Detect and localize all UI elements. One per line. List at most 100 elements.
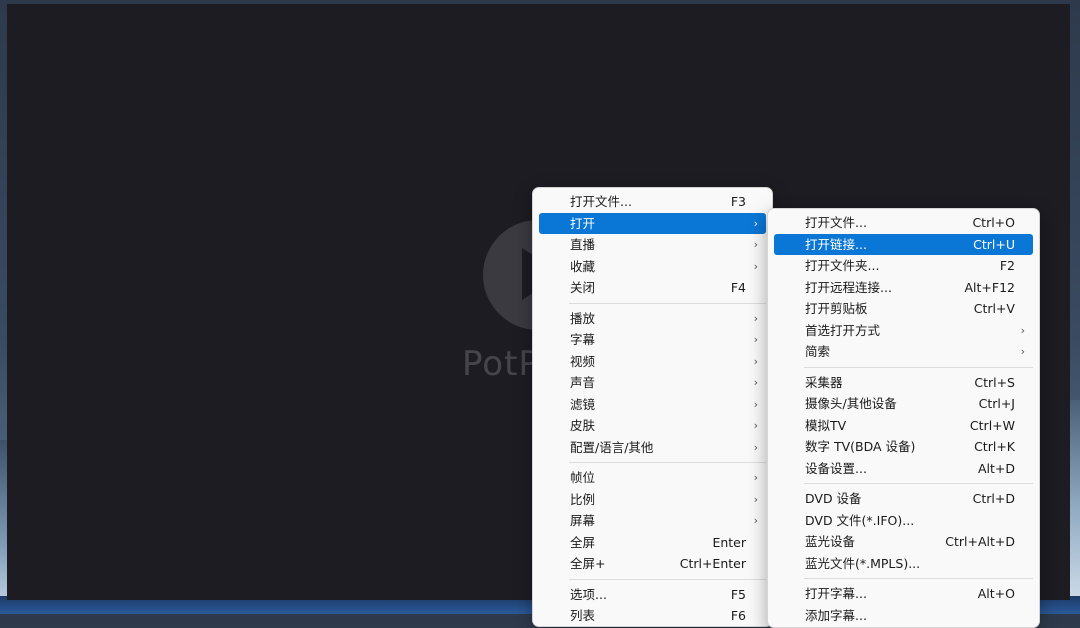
menu-item-label: 打开链接...: [805, 236, 867, 252]
chevron-right-icon: ›: [753, 354, 758, 368]
main-menu-item-0-2[interactable]: 直播 ›: [539, 234, 766, 256]
menu-item-label: 采集器: [805, 374, 843, 390]
menu-item-label: 帧位: [570, 470, 596, 485]
main-menu-item-1-1[interactable]: 字幕 ›: [539, 329, 766, 351]
open-submenu-item-0-2[interactable]: 打开文件夹... F2: [774, 255, 1033, 277]
menu-item-label: 摄像头/其他设备: [805, 396, 897, 411]
menu-separator: [569, 578, 766, 580]
menu-item-label: 声音: [570, 375, 596, 390]
open-submenu-item-1-1[interactable]: 摄像头/其他设备 Ctrl+J: [774, 393, 1033, 415]
menu-item-label: 全屏: [570, 534, 596, 550]
menu-item-shortcut: Ctrl+Alt+D: [945, 534, 1015, 549]
main-menu-item-0-4[interactable]: 关闭 F4: [539, 277, 766, 299]
menu-item-shortcut: Ctrl+U: [973, 236, 1015, 252]
chevron-right-icon: ›: [753, 311, 758, 325]
menu-item-shortcut: Ctrl+K: [974, 439, 1015, 454]
open-submenu-item-0-6[interactable]: 简索 ›: [774, 341, 1033, 363]
menu-item-label: 蓝光设备: [805, 534, 856, 549]
open-submenu-item-3-1[interactable]: 添加字幕...: [774, 605, 1033, 627]
menu-item-shortcut: Alt+D: [977, 460, 1015, 476]
menu-item-label: 播放: [570, 310, 596, 326]
menu-item-shortcut: Ctrl+S: [974, 374, 1015, 390]
main-menu-item-0-0[interactable]: 打开文件... F3: [539, 191, 766, 213]
main-menu-item-2-4[interactable]: 全屏+ Ctrl+Enter: [539, 553, 766, 575]
menu-item-label: 收藏: [570, 258, 596, 274]
menu-item-label: 模拟TV: [805, 417, 847, 433]
open-submenu-item-2-3[interactable]: 蓝光文件(*.MPLS)...: [774, 553, 1033, 575]
open-submenu-item-2-0[interactable]: DVD 设备 Ctrl+D: [774, 488, 1033, 510]
menu-item-label: 蓝光文件(*.MPLS)...: [805, 555, 921, 571]
chevron-right-icon: ›: [753, 514, 758, 527]
menu-separator: [804, 366, 1033, 368]
main-menu-item-1-0[interactable]: 播放 ›: [539, 308, 766, 330]
menu-item-label: 屏幕: [570, 513, 596, 528]
chevron-right-icon: ›: [753, 238, 758, 251]
menu-item-shortcut: F5: [730, 586, 746, 602]
open-submenu-item-1-4[interactable]: 设备设置... Alt+D: [774, 458, 1033, 480]
menu-item-label: 关闭: [570, 280, 596, 295]
menu-item-label: 打开远程连接...: [805, 279, 892, 295]
main-menu-item-1-5[interactable]: 皮肤 ›: [539, 415, 766, 437]
open-submenu-item-2-2[interactable]: 蓝光设备 Ctrl+Alt+D: [774, 531, 1033, 553]
menu-item-shortcut: Ctrl+Enter: [679, 556, 746, 571]
menu-item-shortcut: Alt+O: [977, 586, 1015, 601]
menu-item-label: 视频: [570, 353, 596, 369]
open-submenu-item-1-3[interactable]: 数字 TV(BDA 设备) Ctrl+K: [774, 436, 1033, 458]
menu-item-label: 打开: [570, 215, 596, 231]
main-menu-item-0-1[interactable]: 打开 ›: [539, 212, 766, 234]
menu-separator: [569, 302, 766, 304]
menu-item-label: DVD 设备: [805, 491, 862, 506]
menu-separator: [569, 462, 766, 463]
chevron-right-icon: ›: [753, 492, 758, 506]
open-submenu-item-0-0[interactable]: 打开文件... Ctrl+O: [774, 212, 1033, 234]
menu-item-label: 打开文件...: [805, 215, 867, 230]
menu-item-label: 皮肤: [570, 418, 596, 433]
menu-item-shortcut: Enter: [712, 534, 746, 550]
chevron-right-icon: ›: [1020, 323, 1025, 337]
menu-item-shortcut: F2: [999, 258, 1015, 273]
chevron-right-icon: ›: [753, 259, 758, 273]
open-submenu-item-0-5[interactable]: 首选打开方式 ›: [774, 320, 1033, 342]
menu-item-label: 数字 TV(BDA 设备): [805, 439, 916, 454]
open-submenu-item-3-0[interactable]: 打开字幕... Alt+O: [774, 583, 1033, 605]
main-menu-item-1-6[interactable]: 配置/语言/其他 ›: [539, 437, 766, 459]
open-submenu-item-0-4[interactable]: 打开剪贴板 Ctrl+V: [774, 298, 1033, 320]
menu-item-shortcut: Ctrl+V: [973, 301, 1015, 316]
menu-item-shortcut: F3: [730, 194, 746, 209]
menu-item-shortcut: F4: [730, 280, 746, 295]
chevron-right-icon: ›: [753, 376, 758, 389]
chevron-right-icon: ›: [753, 471, 758, 484]
menu-item-label: 列表: [570, 608, 596, 623]
main-menu-item-1-2[interactable]: 视频 ›: [539, 351, 766, 373]
menu-item-label: DVD 文件(*.IFO)...: [805, 512, 915, 528]
main-menu-item-0-3[interactable]: 收藏 ›: [539, 256, 766, 278]
open-submenu-item-1-0[interactable]: 采集器 Ctrl+S: [774, 372, 1033, 394]
context-menu-main: 打开文件... F3 打开 › 直播 › 收藏 › 关闭 F4 播放 › 字幕 › 视频 › 声音 › 滤镜 › 皮肤 ›…: [532, 187, 773, 627]
main-menu-item-2-1[interactable]: 比例 ›: [539, 489, 766, 511]
main-menu-item-2-2[interactable]: 屏幕 ›: [539, 510, 766, 532]
menu-item-label: 打开文件夹...: [805, 258, 880, 273]
open-submenu-item-2-1[interactable]: DVD 文件(*.IFO)...: [774, 510, 1033, 532]
main-menu-item-2-0[interactable]: 帧位 ›: [539, 467, 766, 489]
menu-item-label: 滤镜: [570, 396, 596, 412]
menu-item-shortcut: F6: [730, 608, 746, 623]
menu-separator: [804, 483, 1033, 484]
open-submenu-item-0-1[interactable]: 打开链接... Ctrl+U: [774, 233, 1033, 255]
main-menu-item-1-4[interactable]: 滤镜 ›: [539, 394, 766, 416]
context-menu-open-submenu: 打开文件... Ctrl+O 打开链接... Ctrl+U 打开文件夹... F2 打开远程…: [767, 208, 1040, 628]
menu-item-shortcut: Alt+F12: [964, 279, 1016, 295]
menu-item-label: 打开剪贴板: [805, 301, 868, 316]
menu-item-label: 首选打开方式: [805, 322, 881, 338]
menu-item-label: 添加字幕...: [805, 607, 867, 623]
menu-item-shortcut: Ctrl+W: [969, 417, 1015, 433]
main-menu-item-1-3[interactable]: 声音 ›: [539, 372, 766, 394]
main-menu-item-3-1[interactable]: 列表 F6: [539, 605, 766, 626]
chevron-right-icon: ›: [753, 333, 758, 346]
menu-item-label: 简索: [805, 344, 831, 359]
main-menu-item-2-3[interactable]: 全屏 Enter: [539, 532, 766, 554]
open-submenu-item-0-3[interactable]: 打开远程连接... Alt+F12: [774, 277, 1033, 299]
main-menu-item-3-0[interactable]: 选项... F5: [539, 584, 766, 606]
menu-item-label: 字幕: [570, 332, 596, 347]
open-submenu-item-1-2[interactable]: 模拟TV Ctrl+W: [774, 415, 1033, 437]
menu-item-label: 打开文件...: [570, 194, 632, 209]
